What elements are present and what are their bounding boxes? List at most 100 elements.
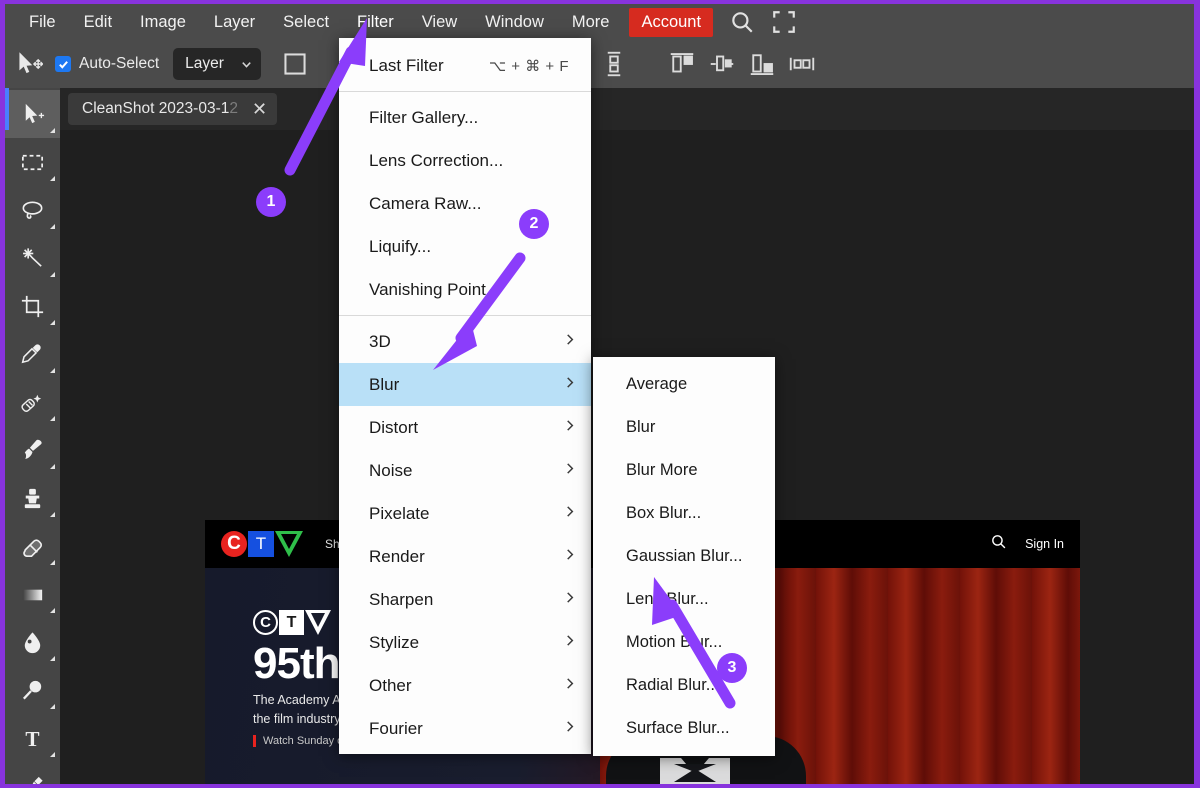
menu-item-label: Lens Correction...: [369, 150, 504, 170]
chevron-right-icon: [564, 633, 577, 653]
align-horizontal-centers-icon[interactable]: [707, 49, 737, 79]
tool-gradient[interactable]: [5, 570, 60, 618]
tool-eyedropper[interactable]: [5, 330, 60, 378]
submenu-item-box-blur[interactable]: Box Blur...: [593, 492, 775, 535]
tool-eraser[interactable]: [5, 522, 60, 570]
menu-item-label: Distort: [369, 417, 419, 437]
menu-item-label: Fourier: [369, 718, 423, 738]
submenu-item-gaussian-blur[interactable]: Gaussian Blur...: [593, 535, 775, 578]
artwork-header-right: Sign In: [990, 533, 1064, 555]
menu-item-camera-raw[interactable]: Camera Raw...: [339, 182, 591, 225]
menu-item-other[interactable]: Other: [339, 664, 591, 707]
menu-item-label: Render: [369, 546, 425, 566]
document-tab[interactable]: CleanShot 2023-03-12 ✕: [68, 93, 278, 125]
menu-item-label: Liquify...: [369, 236, 432, 256]
tool-marquee[interactable]: [5, 138, 60, 186]
align-left-edges-icon[interactable]: [667, 49, 697, 79]
auto-select-label: Auto-Select: [79, 55, 160, 72]
menu-file[interactable]: File: [15, 10, 70, 35]
align-group-horizontal: [662, 49, 822, 79]
menu-item-filter-gallery[interactable]: Filter Gallery...: [339, 96, 591, 139]
submenu-item-surface-blur[interactable]: Surface Blur...: [593, 707, 775, 750]
tool-magic-wand[interactable]: [5, 234, 60, 282]
tool-healing-brush[interactable]: [5, 378, 60, 426]
document-tab-label: CleanShot 2023-03-12: [82, 100, 238, 117]
tool-lasso[interactable]: [5, 186, 60, 234]
checkbox-box[interactable]: [55, 56, 71, 72]
menu-item-lens-correction[interactable]: Lens Correction...: [339, 139, 591, 182]
submenu-item-motion-blur[interactable]: Motion Blur...: [593, 621, 775, 664]
tool-type[interactable]: T: [5, 714, 60, 762]
tool-pen[interactable]: [5, 762, 60, 788]
menu-item-vanishing-point[interactable]: Vanishing Point...: [339, 268, 591, 311]
distribute-horizontal-icon[interactable]: [787, 49, 817, 79]
tool-more-corner: [50, 752, 55, 757]
frame-border-right: [1194, 0, 1200, 788]
distribute-vertical-icon[interactable]: [599, 49, 629, 79]
submenu-item-radial-blur[interactable]: Radial Blur...: [593, 664, 775, 707]
menu-item-noise[interactable]: Noise: [339, 449, 591, 492]
annotation-badge-1: 1: [256, 187, 286, 217]
menu-item-label: Sharpen: [369, 589, 434, 609]
menu-item-3d[interactable]: 3D: [339, 320, 591, 363]
menu-item-render[interactable]: Render: [339, 535, 591, 578]
menu-image[interactable]: Image: [126, 10, 200, 35]
tool-dodge[interactable]: [5, 666, 60, 714]
tool-crop[interactable]: [5, 282, 60, 330]
submenu-item-blur[interactable]: Blur: [593, 406, 775, 449]
tool-more-corner: [50, 608, 55, 613]
menu-item-label: Other: [369, 675, 412, 695]
tool-move[interactable]: [5, 90, 60, 138]
close-icon[interactable]: ✕: [252, 100, 267, 118]
align-right-edges-icon[interactable]: [747, 49, 777, 79]
submenu-item-blur-more[interactable]: Blur More: [593, 449, 775, 492]
menu-item-last-filter[interactable]: Last Filter ⌥ + ⌘ + F: [339, 44, 591, 87]
menu-item-stylize[interactable]: Stylize: [339, 621, 591, 664]
menu-layer[interactable]: Layer: [200, 10, 269, 35]
scope-select[interactable]: Layer: [173, 48, 262, 80]
menu-item-blur[interactable]: Blur: [339, 363, 591, 406]
sign-in-link[interactable]: Sign In: [1025, 537, 1064, 551]
chevron-right-icon: [564, 590, 577, 610]
submenu-item-average[interactable]: Average: [593, 363, 775, 406]
menu-item-distort[interactable]: Distort: [339, 406, 591, 449]
chevron-right-icon: [564, 418, 577, 438]
menu-filter[interactable]: Filter: [343, 10, 408, 35]
tool-more-corner: [50, 368, 55, 373]
tool-more-corner: [50, 416, 55, 421]
menu-select[interactable]: Select: [269, 10, 343, 35]
tool-more-corner: [50, 464, 55, 469]
chevron-right-icon: [564, 504, 577, 524]
menu-more[interactable]: More: [558, 10, 624, 35]
submenu-item-lens-blur[interactable]: Lens Blur...: [593, 578, 775, 621]
tool-blur[interactable]: [5, 618, 60, 666]
menu-separator: [339, 315, 591, 316]
search-icon[interactable]: [729, 9, 755, 35]
filter-dropdown-menu: Last Filter ⌥ + ⌘ + F Filter Gallery... …: [339, 38, 591, 754]
auto-select-checkbox[interactable]: Auto-Select: [55, 55, 159, 73]
tool-more-corner: [50, 272, 55, 277]
chevron-right-icon: [564, 719, 577, 739]
options-bar: Auto-Select Layer nces: [5, 40, 1194, 88]
menu-separator: [339, 91, 591, 92]
menu-item-label: Stylize: [369, 632, 420, 652]
menu-edit[interactable]: Edit: [70, 10, 126, 35]
tool-clone-stamp[interactable]: [5, 474, 60, 522]
menu-view[interactable]: View: [408, 10, 471, 35]
ctv-logo: C T: [221, 531, 303, 557]
menu-item-fourier[interactable]: Fourier: [339, 707, 591, 750]
menu-item-pixelate[interactable]: Pixelate: [339, 492, 591, 535]
search-icon[interactable]: [990, 533, 1007, 555]
annotation-badge-2: 2: [519, 209, 549, 239]
menu-item-sharpen[interactable]: Sharpen: [339, 578, 591, 621]
fullscreen-icon[interactable]: [771, 9, 797, 35]
menu-item-label: Filter Gallery...: [369, 107, 479, 127]
tool-more-corner: [50, 656, 55, 661]
tool-more-corner: [50, 704, 55, 709]
menu-window[interactable]: Window: [471, 10, 558, 35]
menu-item-liquify[interactable]: Liquify...: [339, 225, 591, 268]
chevron-right-icon: [564, 676, 577, 696]
tool-brush[interactable]: [5, 426, 60, 474]
account-button[interactable]: Account: [629, 7, 714, 37]
show-transform-icon[interactable]: [280, 49, 310, 79]
